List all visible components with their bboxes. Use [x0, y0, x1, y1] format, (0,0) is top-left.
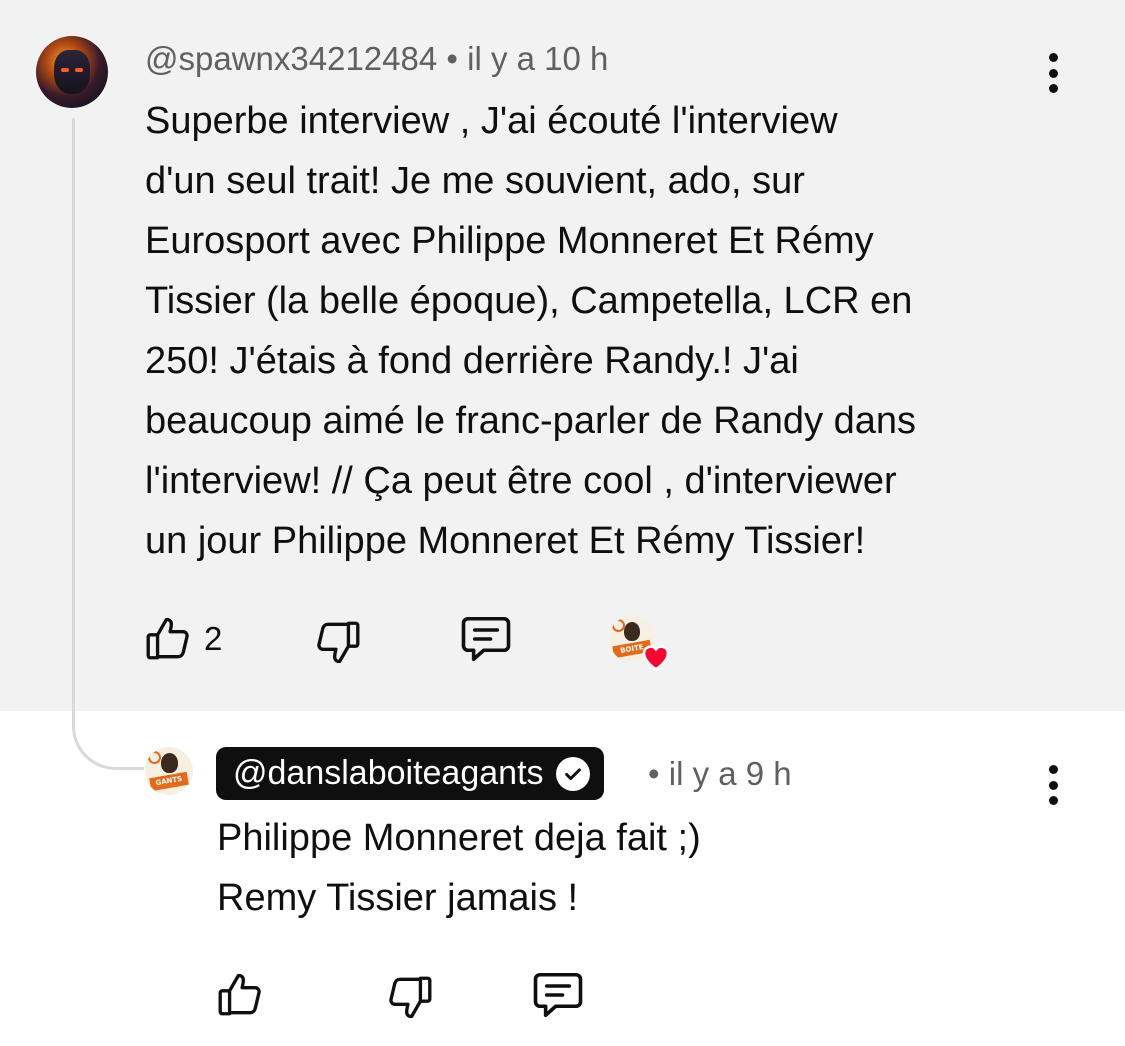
reply-avatar[interactable]: GANTS	[145, 747, 193, 795]
parent-comment-text: Superbe interview , J'ai écouté l'interv…	[145, 91, 1045, 571]
meta-separator: •	[648, 755, 669, 792]
comment-line: Eurosport avec Philippe Monneret Et Rémy	[145, 220, 874, 262]
heart-icon	[642, 645, 670, 671]
thumbs-up-icon[interactable]	[215, 970, 265, 1020]
parent-more-menu-icon[interactable]	[1047, 53, 1059, 93]
creator-handle-badge[interactable]: @danslaboiteagants	[216, 747, 604, 800]
thumbs-down-icon[interactable]	[313, 617, 363, 667]
comment-line: Tissier (la belle époque), Campetella, L…	[145, 280, 913, 322]
reply-timestamp[interactable]: il y a 9 h	[669, 755, 792, 792]
comment-icon[interactable]	[459, 614, 513, 664]
comment-line: d'un seul trait! Je me souvient, ado, su…	[145, 160, 805, 202]
thumbs-up-icon[interactable]	[143, 614, 193, 664]
comment-line: un jour Philippe Monneret Et Rémy Tissie…	[145, 520, 866, 562]
creator-heart-badge: BOITE	[609, 616, 673, 672]
reply-thread-line	[72, 118, 144, 770]
comment-line: Remy Tissier jamais !	[217, 877, 579, 919]
reply-author-handle: @danslaboiteagants	[233, 754, 544, 792]
reply-text: Philippe Monneret deja fait ;) Remy Tiss…	[217, 808, 1017, 928]
comment-line: Superbe interview , J'ai écouté l'interv…	[145, 100, 838, 142]
like-count: 2	[204, 620, 223, 657]
comment-line: l'interview! // Ça peut être cool , d'in…	[145, 460, 897, 502]
comment-line: beaucoup aimé le franc-parler de Randy d…	[145, 400, 917, 442]
reply-meta: • il y a 9 h	[648, 755, 792, 793]
meta-separator: •	[446, 40, 468, 77]
reply-more-menu-icon[interactable]	[1047, 765, 1059, 805]
parent-author-handle[interactable]: @spawnx34212484	[145, 40, 437, 77]
thumbs-down-icon[interactable]	[385, 972, 435, 1022]
parent-comment-meta: @spawnx34212484 • il y a 10 h	[145, 40, 608, 78]
parent-timestamp[interactable]: il y a 10 h	[467, 40, 608, 77]
commenter-avatar[interactable]	[36, 36, 108, 108]
verified-check-icon	[555, 756, 590, 791]
comment-line: 250! J'étais à fond derrière Randy.! J'a…	[145, 340, 799, 382]
comment-icon[interactable]	[531, 970, 585, 1020]
comment-line: Philippe Monneret deja fait ;)	[217, 817, 701, 859]
